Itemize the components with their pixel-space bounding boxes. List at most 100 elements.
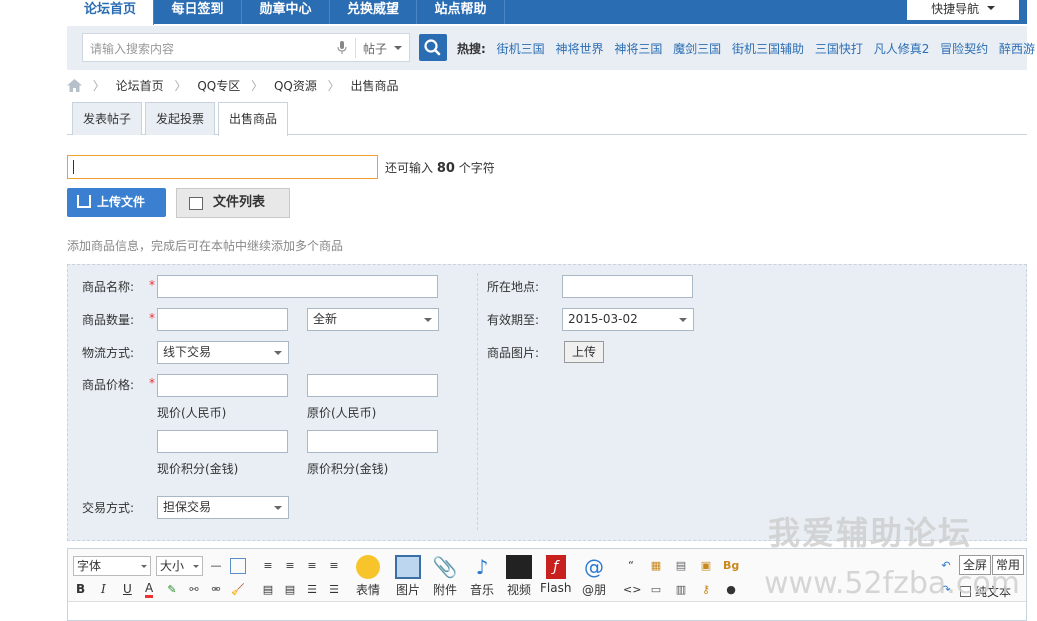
tab-sell-goods[interactable]: 出售商品 xyxy=(218,102,289,136)
key-icon[interactable]: ⚷ xyxy=(698,582,714,598)
table-icon[interactable] xyxy=(230,558,246,574)
shipping-select[interactable]: 线下交易 xyxy=(157,341,289,364)
breadcrumb-item[interactable]: QQ专区 xyxy=(197,79,240,93)
hint-prefix: 还可输入 xyxy=(385,161,434,175)
subject-char-hint: 还可输入 80 个字符 xyxy=(385,159,495,176)
credit-original-input[interactable] xyxy=(307,430,438,453)
flash-label: Flash xyxy=(540,581,572,595)
search-button[interactable] xyxy=(419,34,447,61)
font-color-icon[interactable]: A xyxy=(145,581,154,598)
background-color-icon[interactable]: ✎ xyxy=(164,582,180,598)
price-original-caption: 原价(人民币) xyxy=(307,406,377,420)
quick-nav-button[interactable]: 快捷导航 xyxy=(907,0,1019,20)
price-original-input[interactable] xyxy=(307,374,438,397)
shipping-label: 物流方式: xyxy=(82,346,135,360)
page-icon[interactable]: ▥ xyxy=(673,582,689,598)
flash-icon: ƒ xyxy=(545,555,566,579)
search-type-select[interactable]: 帖子 xyxy=(363,40,387,57)
horizontal-rule-icon[interactable]: — xyxy=(208,558,224,574)
hot-term[interactable]: 魔剑三国 xyxy=(673,42,721,56)
file-list-button[interactable]: 文件列表 xyxy=(176,188,290,218)
price-now-input[interactable] xyxy=(157,374,288,397)
hot-term[interactable]: 神将世界 xyxy=(555,42,603,56)
attachment-button[interactable]: 📎 附件 xyxy=(432,555,458,598)
post-type-tabs: 发表帖子 发起投票 出售商品 xyxy=(67,102,1027,136)
quote-icon[interactable]: “ xyxy=(623,558,639,574)
tab-new-poll[interactable]: 发起投票 xyxy=(145,102,216,135)
align-left-icon[interactable]: ≡ xyxy=(260,558,276,574)
link-icon[interactable]: ⚯ xyxy=(186,582,202,598)
nav-tab-site-help[interactable]: 站点帮助 xyxy=(417,0,505,24)
copy-icon[interactable]: ▭ xyxy=(648,582,664,598)
hot-term[interactable]: 冒险契约 xyxy=(940,42,988,56)
image-icon xyxy=(395,555,421,579)
italic-icon[interactable]: I xyxy=(101,582,106,596)
goods-name-input[interactable] xyxy=(157,275,438,298)
nav-tab-exchange-prestige[interactable]: 兑换威望 xyxy=(330,0,417,24)
hot-term[interactable]: 街机三国 xyxy=(497,42,545,56)
goods-qty-label: 商品数量: xyxy=(82,313,135,327)
microphone-icon[interactable] xyxy=(337,41,347,55)
goods-form: 商品名称: * 商品数量: * 全新 物流方式: 线下交易 商品价格: * 现价… xyxy=(67,264,1027,541)
breadcrumb-separator: 〉 xyxy=(92,79,105,93)
image-button[interactable]: 图片 xyxy=(395,555,421,598)
price-now-caption: 现价(人民币) xyxy=(157,406,227,420)
breadcrumb-item[interactable]: 论坛首页 xyxy=(116,79,164,93)
home-icon[interactable] xyxy=(67,79,82,92)
mention-label: @朋 xyxy=(581,583,606,597)
code-icon[interactable]: <> xyxy=(623,582,641,598)
float-left-icon[interactable]: ▤ xyxy=(260,582,276,598)
bold-icon[interactable]: B xyxy=(76,582,85,596)
credit-now-input[interactable] xyxy=(157,430,288,453)
search-input[interactable]: 请输入搜索内容 xyxy=(90,40,174,57)
trade-method-label: 交易方式: xyxy=(82,501,135,515)
align-right-icon[interactable]: ≡ xyxy=(304,558,320,574)
align-justify-icon[interactable]: ≡ xyxy=(326,558,342,574)
breadcrumb-item[interactable]: QQ资源 xyxy=(274,79,317,93)
location-input[interactable] xyxy=(562,275,693,298)
nav-tab-daily-checkin[interactable]: 每日签到 xyxy=(154,0,242,24)
clear-format-icon[interactable]: 🧹 xyxy=(230,582,246,598)
video-label: 视频 xyxy=(506,583,531,597)
ordered-list-icon[interactable]: ☰ xyxy=(304,582,320,598)
goods-image-upload-button[interactable]: 上传 xyxy=(564,341,605,363)
unlink-icon[interactable]: ⚮ xyxy=(208,582,224,598)
breadcrumb-separator: 〉 xyxy=(174,79,187,93)
unordered-list-icon[interactable]: ☰ xyxy=(326,582,342,598)
hot-term[interactable]: 三国快打 xyxy=(815,42,863,56)
align-center-icon[interactable]: ≡ xyxy=(282,558,298,574)
expire-date-select[interactable]: 2015-03-02 xyxy=(562,308,694,331)
lock-icon[interactable]: ▦ xyxy=(648,558,664,574)
mention-button[interactable]: @ @朋 xyxy=(581,555,607,598)
float-right-icon[interactable]: ▤ xyxy=(282,582,298,598)
flash-button[interactable]: ƒ Flash xyxy=(540,555,571,595)
text-cursor xyxy=(73,160,74,174)
emoticon-button[interactable]: 表情 xyxy=(356,555,380,598)
free-content-icon[interactable]: ▤ xyxy=(673,558,689,574)
hot-search: 热搜: 街机三国 神将世界 神将三国 魔剑三国 街机三国辅助 三国快打 凡人修真… xyxy=(457,40,1035,57)
font-family-select[interactable]: 字体 xyxy=(73,556,151,576)
tab-new-thread[interactable]: 发表帖子 xyxy=(72,102,143,135)
font-size-select[interactable]: 大小 xyxy=(156,556,203,576)
trade-method-select[interactable]: 担保交易 xyxy=(157,496,289,519)
video-button[interactable]: 视频 xyxy=(506,555,532,598)
subject-input[interactable] xyxy=(67,155,378,179)
hot-term[interactable]: 醉西游 xyxy=(999,42,1035,56)
goods-name-label: 商品名称: xyxy=(82,280,135,294)
bg-icon[interactable]: Bg xyxy=(723,558,739,574)
watermark-text: 我爱辅助论坛 xyxy=(768,514,973,552)
upload-file-button[interactable]: 上传文件 xyxy=(67,188,166,217)
search-box[interactable]: 请输入搜索内容 帖子 xyxy=(82,33,410,62)
nav-tab-medal-center[interactable]: 勋章中心 xyxy=(242,0,330,24)
nav-tab-forum-home[interactable]: 论坛首页 xyxy=(67,0,154,25)
goods-qty-input[interactable] xyxy=(157,308,288,331)
goods-condition-select[interactable]: 全新 xyxy=(307,308,439,331)
music-button[interactable]: ♪ 音乐 xyxy=(469,555,495,598)
hot-term[interactable]: 凡人修真2 xyxy=(874,42,930,56)
index-icon[interactable]: ▣ xyxy=(698,558,714,574)
music-note-icon: ♪ xyxy=(475,555,489,579)
underline-icon[interactable]: U xyxy=(123,582,132,596)
qq-icon[interactable]: ● xyxy=(723,582,739,598)
hot-term[interactable]: 街机三国辅助 xyxy=(732,42,804,56)
hot-term[interactable]: 神将三国 xyxy=(614,42,662,56)
